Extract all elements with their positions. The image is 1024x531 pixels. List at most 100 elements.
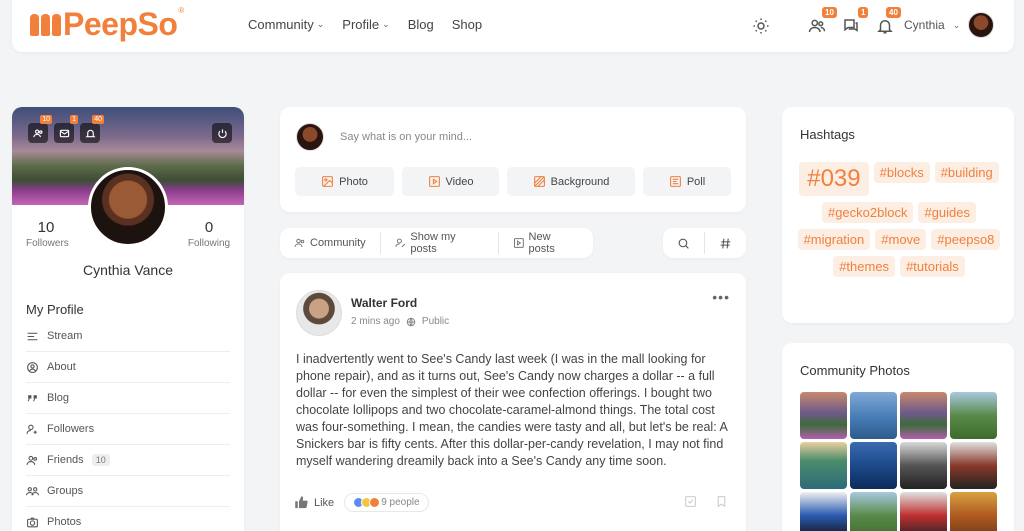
hashtag-link[interactable]: #themes [833, 256, 896, 277]
profile-menu-groups[interactable]: Groups [26, 476, 230, 507]
profile-avatar[interactable] [88, 167, 168, 247]
community-photo[interactable] [850, 492, 897, 531]
hashtags-title: Hashtags [800, 127, 855, 142]
following-stat[interactable]: 0 Following [187, 219, 231, 249]
power-icon[interactable] [212, 123, 232, 143]
friends-icon[interactable]: 10 [808, 7, 837, 39]
composer-input[interactable]: Say what is on your mind... [340, 131, 472, 143]
post-time[interactable]: 2 mins ago [351, 316, 400, 327]
globe-icon [406, 317, 416, 326]
hashtag-link[interactable]: #guides [918, 202, 977, 223]
nav-item-label: Blog [407, 17, 434, 32]
camera-icon [27, 517, 38, 527]
hashtag-link[interactable]: #039 [799, 162, 869, 196]
theme-toggle-sun-icon[interactable] [752, 17, 774, 39]
profile-menu-about[interactable]: About [26, 352, 230, 383]
hashtag-link[interactable]: #gecko2block [821, 202, 914, 223]
community-photo[interactable] [900, 392, 947, 439]
nav-item-community[interactable]: Community ⌄ [248, 17, 324, 32]
reactions-summary[interactable]: 9 people [344, 493, 429, 512]
logo-people-icon [30, 13, 61, 36]
bookmark-icon[interactable] [715, 495, 728, 508]
image-icon [322, 176, 334, 187]
messages-badge: 1 [858, 7, 869, 18]
community-photo[interactable] [950, 392, 997, 439]
poll-button[interactable]: Poll [643, 167, 731, 196]
background-button-label: Background [550, 175, 610, 188]
avatar[interactable] [296, 290, 342, 336]
reactions-count: 9 people [381, 497, 420, 508]
filter-show-my-posts[interactable]: Show my posts [381, 228, 498, 258]
notifications-bell-icon[interactable]: 40 [876, 7, 901, 39]
reaction-emoji-icons [353, 497, 381, 508]
hashtag-icon[interactable] [705, 228, 746, 258]
user-menu[interactable]: Cynthia ⌄ [904, 12, 995, 38]
post-meta: 2 mins ago Public [351, 316, 449, 327]
post-author-name[interactable]: Walter Ford [351, 296, 417, 310]
community-photo[interactable] [800, 442, 847, 489]
nav-item-profile[interactable]: Profile ⌄ [342, 17, 389, 32]
followers-label: Followers [26, 238, 69, 249]
profile-menu-followers[interactable]: Followers [26, 414, 230, 445]
community-photo[interactable] [900, 492, 947, 531]
filter-community[interactable]: Community [280, 228, 380, 258]
like-button[interactable]: Like [294, 495, 334, 510]
messages-icon[interactable]: 1 [842, 7, 869, 39]
community-photo[interactable] [800, 392, 847, 439]
profile-menu-stream[interactable]: Stream [26, 321, 230, 352]
video-button[interactable]: Video [402, 167, 499, 196]
groups-icon [26, 486, 39, 495]
chevron-down-icon: ⌄ [382, 19, 390, 29]
hashtag-link[interactable]: #move [875, 229, 927, 250]
thumbs-up-icon [295, 496, 308, 509]
avatar[interactable] [968, 12, 995, 38]
profile-name: Cynthia Vance [82, 262, 173, 278]
new-posts-icon [513, 238, 524, 248]
filter-new-posts[interactable]: New posts [499, 228, 593, 258]
peepso-logo[interactable]: PeepSo ® [30, 6, 184, 43]
following-count: 0 [204, 219, 214, 236]
hashtag-link[interactable]: #peepso8 [931, 229, 1001, 250]
video-icon [428, 176, 440, 187]
community-photo[interactable] [850, 392, 897, 439]
menu-item-label: Friends [47, 454, 84, 466]
cover-notifications-button[interactable]: 40 [80, 115, 104, 143]
photo-button[interactable]: Photo [295, 167, 394, 196]
cover-notifications-badge: 40 [92, 115, 104, 124]
profile-menu-friends[interactable]: Friends 10 [26, 445, 230, 476]
menu-item-label: Stream [47, 330, 83, 342]
community-photo[interactable] [900, 442, 947, 489]
nav-item-label: Profile [342, 17, 380, 32]
user-name: Cynthia [904, 18, 945, 32]
menu-item-label: About [47, 361, 76, 373]
community-photos-widget: Community Photos [782, 343, 1014, 531]
notifications-badge: 40 [886, 7, 901, 18]
mail-icon [59, 129, 69, 137]
profile-card: 10 1 40 10 Followers 0 Following Cynthia… [12, 107, 244, 531]
profile-menu-blog[interactable]: Blog [26, 383, 230, 414]
nav-item-blog[interactable]: Blog [408, 17, 434, 32]
community-photo[interactable] [950, 442, 997, 489]
followers-stat[interactable]: 10 Followers [26, 219, 69, 249]
hashtag-link[interactable]: #migration [797, 229, 871, 250]
hashtag-link[interactable]: #building [934, 162, 999, 183]
nav-item-label: Shop [451, 17, 483, 32]
community-photo[interactable] [850, 442, 897, 489]
cover-friends-button[interactable]: 10 [28, 115, 52, 143]
community-photo[interactable] [950, 492, 997, 531]
post-privacy[interactable]: Public [422, 316, 449, 327]
profile-menu-photos[interactable]: Photos [26, 507, 230, 531]
hashtag-link[interactable]: #tutorials [900, 256, 965, 277]
cover-messages-button[interactable]: 1 [54, 115, 78, 143]
search-icon[interactable] [663, 228, 704, 258]
chevron-down-icon: ⌄ [952, 19, 961, 30]
background-button[interactable]: Background [507, 167, 635, 196]
community-photo[interactable] [800, 492, 847, 531]
post-content: I inadvertently went to See's Candy last… [296, 352, 728, 468]
bell-icon [84, 129, 96, 137]
check-square-icon[interactable] [684, 495, 697, 508]
more-options-icon[interactable]: ••• [712, 289, 730, 305]
following-label: Following [187, 238, 231, 249]
hashtag-link[interactable]: #blocks [873, 162, 930, 183]
nav-item-shop[interactable]: Shop [452, 17, 482, 32]
